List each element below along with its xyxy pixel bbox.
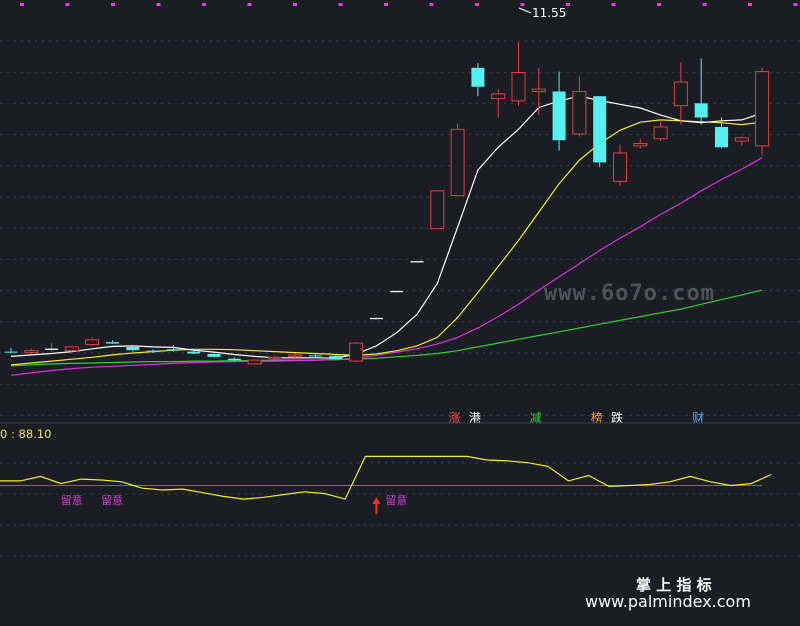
candle-body <box>166 349 180 351</box>
candle-body <box>755 71 770 147</box>
candle <box>471 63 485 97</box>
candle <box>247 359 262 365</box>
candle-body <box>247 359 262 365</box>
candle <box>531 67 546 116</box>
moving-average-lines <box>10 95 763 376</box>
candle <box>450 123 465 197</box>
border-dot <box>156 3 161 6</box>
border-dot <box>475 3 479 6</box>
candle-body <box>552 91 566 141</box>
candle-body <box>227 358 241 361</box>
candle-body <box>531 88 546 92</box>
border-dot <box>338 3 343 6</box>
candle-body <box>329 355 343 360</box>
candle-body <box>572 90 587 135</box>
border-dot <box>247 3 252 6</box>
candle-body <box>106 342 119 344</box>
candle-body <box>24 350 39 354</box>
stock-chart-window: 11.55 涨港减榜跌财 0 : 88.10 留意 留意 留意 www.6o7o.c… <box>0 0 800 626</box>
indicator-value-label: 0 : 88.10 <box>0 427 51 441</box>
border-dot <box>702 3 707 6</box>
candle-body <box>267 356 282 360</box>
border-dot <box>293 3 297 6</box>
high-price-label: 11.55 <box>532 6 566 20</box>
candle <box>613 144 627 187</box>
candle-body <box>64 346 79 352</box>
candle <box>267 355 282 360</box>
border-dot <box>65 3 70 6</box>
candle-body <box>715 126 728 148</box>
candle-body <box>633 143 648 147</box>
note-label: 留意 <box>385 493 407 507</box>
border-dot <box>20 3 24 6</box>
border-dot <box>111 3 115 6</box>
candle-body <box>349 342 364 362</box>
border-dot <box>611 3 616 6</box>
high-price-pointer <box>518 7 532 14</box>
candle <box>694 58 708 125</box>
candle <box>106 340 119 345</box>
candle-body <box>288 354 303 357</box>
candles <box>4 41 770 365</box>
candle <box>633 138 648 149</box>
candle <box>755 67 770 156</box>
border-dot <box>429 3 434 6</box>
border-dot <box>793 3 798 6</box>
top-dot-border <box>20 3 798 6</box>
candle <box>85 337 100 346</box>
sub-grid <box>0 462 800 557</box>
border-dot <box>384 3 388 6</box>
candle-body <box>146 350 160 353</box>
candle <box>552 71 566 151</box>
candle-body <box>85 339 100 346</box>
candle <box>653 119 668 142</box>
note-label: 留意 <box>61 493 83 507</box>
candle-body <box>613 152 627 182</box>
kline-and-indicator-chart: 11.55 涨港减榜跌财 0 : 88.10 留意 留意 留意 www.6o7o.c… <box>0 3 800 611</box>
ma20-line <box>10 157 763 376</box>
border-dot <box>748 3 752 6</box>
watermark-center: www.6o7o.com <box>544 281 715 306</box>
ma5-line <box>10 95 763 359</box>
ma10-line <box>10 119 763 366</box>
candle <box>288 353 303 358</box>
candle-body <box>491 93 506 100</box>
candle <box>572 76 587 137</box>
border-dot <box>520 3 525 6</box>
candle-body <box>673 81 688 107</box>
candle-body <box>4 351 18 353</box>
candle-body <box>450 128 465 197</box>
candle-body <box>471 67 485 87</box>
candle <box>734 136 749 146</box>
candle-body <box>511 72 526 102</box>
candle <box>491 89 506 118</box>
border-dot <box>202 3 206 6</box>
border-dot <box>657 3 661 6</box>
candle-body <box>593 96 607 163</box>
note-label: 留意 <box>101 493 123 507</box>
candle <box>430 190 445 230</box>
candle <box>45 343 59 352</box>
candle <box>329 354 343 360</box>
indicator-panel: 留意 留意 留意 <box>0 455 772 514</box>
candle <box>309 354 322 357</box>
border-dot <box>566 3 570 6</box>
candle-body <box>309 355 322 357</box>
candle-body <box>207 353 221 357</box>
footer-url-label: www.palmindex.com <box>585 592 751 611</box>
candle <box>593 96 607 168</box>
candle-body <box>653 126 668 140</box>
candle-body <box>430 190 445 230</box>
candle <box>673 62 688 125</box>
candle-body <box>187 351 201 354</box>
candle-body <box>694 103 708 118</box>
candle <box>511 41 526 106</box>
candle-body <box>126 346 140 351</box>
signal-arrow-head <box>372 497 381 504</box>
candle <box>349 342 364 363</box>
candle-body <box>734 137 749 142</box>
